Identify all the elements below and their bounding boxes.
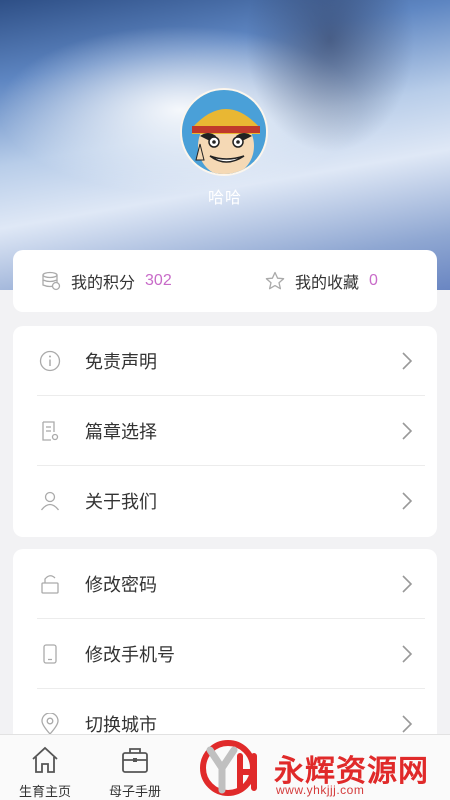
tab-label: 生育主页 — [18, 784, 71, 799]
menu-item-change-phone[interactable]: 修改手机号 — [13, 619, 437, 689]
menu-group-2: 修改密码 修改手机号 切换城市 — [13, 549, 437, 749]
avatar[interactable] — [180, 88, 268, 176]
favorites-value: 0 — [369, 272, 378, 289]
chevron-right-icon — [402, 352, 413, 370]
watermark: 永辉资源网 www.yhkjjj.com — [194, 736, 450, 800]
chevron-right-icon — [402, 715, 413, 733]
menu-item-label: 关于我们 — [85, 492, 157, 512]
favorites-stat[interactable]: 我的收藏 0 — [265, 250, 378, 312]
menu-item-disclaimer[interactable]: 免责声明 — [13, 326, 437, 396]
tab-handbook[interactable]: 母子手册 — [90, 735, 180, 800]
user-icon — [40, 491, 60, 511]
tab-home[interactable]: 生育主页 — [0, 735, 90, 800]
watermark-url: www.yhkjjj.com — [276, 783, 365, 797]
points-label: 我的积分 — [71, 275, 136, 292]
favorites-label: 我的收藏 — [295, 275, 360, 292]
star-icon — [265, 271, 285, 290]
menu-item-label: 篇章选择 — [85, 422, 157, 442]
chevron-right-icon — [402, 575, 413, 593]
menu-item-label: 修改密码 — [85, 575, 157, 595]
phone-icon — [43, 644, 57, 664]
tab-label: 母子手册 — [108, 784, 161, 799]
stats-card: 我的积分 302 我的收藏 0 — [13, 250, 437, 312]
menu-item-about-us[interactable]: 关于我们 — [13, 466, 437, 536]
briefcase-icon — [122, 748, 148, 773]
menu-group-1: 免责声明 篇章选择 关于我们 — [13, 326, 437, 537]
menu-item-change-password[interactable]: 修改密码 — [13, 549, 437, 619]
coins-icon — [42, 271, 61, 291]
menu-item-chapter-select[interactable]: 篇章选择 — [13, 396, 437, 466]
menu-item-label: 修改手机号 — [85, 645, 175, 665]
points-stat[interactable]: 我的积分 302 — [41, 250, 172, 312]
lock-icon — [41, 575, 59, 594]
chevron-right-icon — [402, 422, 413, 440]
chevron-right-icon — [402, 492, 413, 510]
location-icon — [41, 713, 59, 735]
watermark-logo-icon — [200, 740, 257, 796]
username: 哈哈 — [207, 190, 242, 207]
document-icon — [42, 421, 59, 441]
chevron-right-icon — [402, 645, 413, 663]
info-icon — [39, 350, 61, 372]
home-icon — [32, 746, 58, 773]
avatar-image — [182, 90, 266, 174]
menu-item-label: 免责声明 — [85, 352, 157, 372]
points-value: 302 — [145, 272, 172, 289]
